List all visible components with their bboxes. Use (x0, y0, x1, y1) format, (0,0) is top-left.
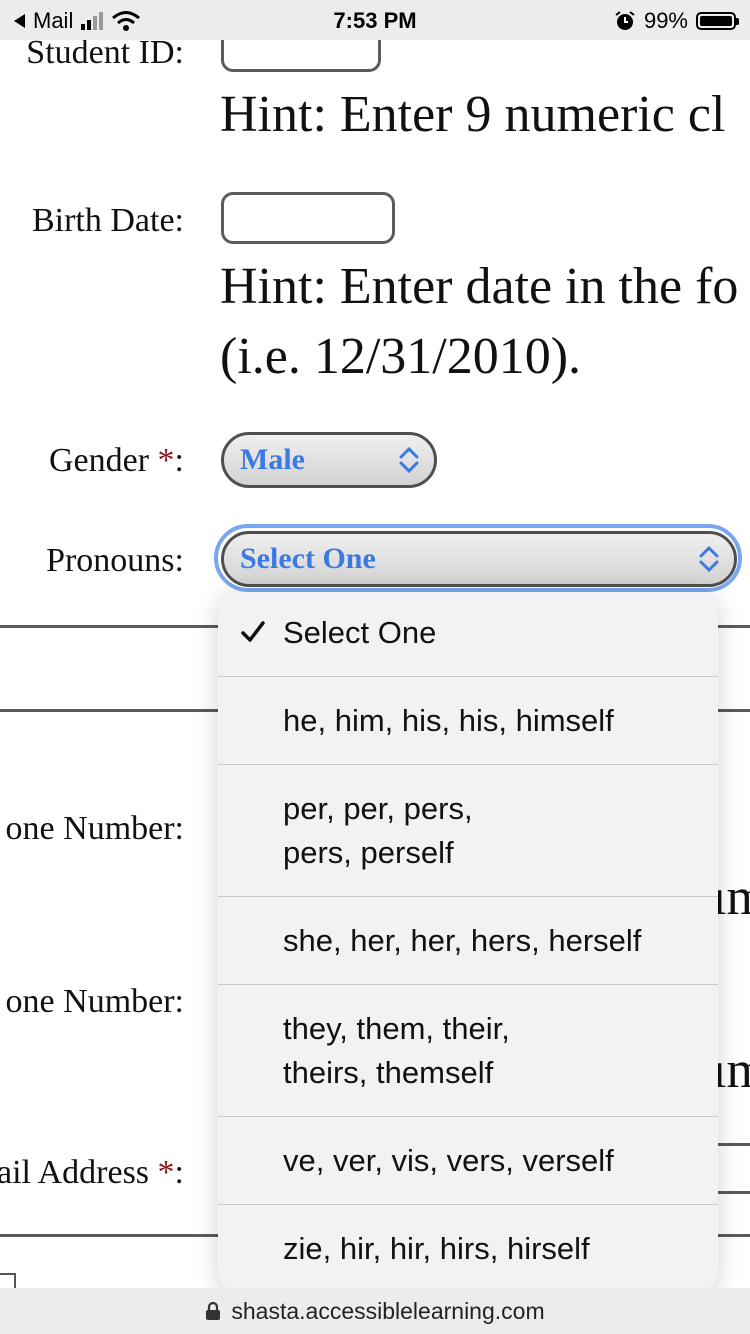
student-id-hint: Hint: Enter 9 numeric cl (220, 86, 726, 143)
birth-date-label: Birth Date: (31, 202, 184, 239)
birth-date-hint-line2: (i.e. 12/31/2010). (220, 328, 582, 385)
dropdown-option-ve[interactable]: ve, ver, vis, vers, verself (218, 1117, 718, 1205)
lock-icon (206, 1301, 221, 1320)
option-label: she, her, her, hers, herself (283, 923, 642, 958)
pronouns-select[interactable]: Select One (221, 531, 737, 587)
option-label: zie, hir, hir, hirs, hirself (283, 1231, 590, 1266)
student-id-label: Student ID: (26, 40, 184, 71)
pronouns-select-value: Select One (240, 542, 376, 575)
checkbox-edge[interactable] (0, 1273, 16, 1288)
select-chevrons-icon (699, 545, 719, 573)
email-address-label: ail Address *: (0, 1154, 184, 1191)
url-text: shasta.accessiblelearning.com (231, 1297, 545, 1324)
option-label: ve, ver, vis, vers, verself (283, 1143, 614, 1178)
dropdown-option-select-one[interactable]: Select One (218, 592, 718, 677)
dropdown-option-per[interactable]: per, per, pers, pers, perself (218, 765, 718, 897)
gender-select[interactable]: Male (221, 432, 437, 488)
gender-select-value: Male (240, 443, 305, 476)
battery-icon (696, 12, 739, 30)
dropdown-option-zie[interactable]: zie, hir, hir, hirs, hirself (218, 1205, 718, 1290)
option-label: he, him, his, his, himself (283, 703, 614, 738)
option-label-line1: they, them, their, (283, 1011, 510, 1046)
dropdown-option-he[interactable]: he, him, his, his, himself (218, 677, 718, 765)
dropdown-option-she[interactable]: she, her, her, hers, herself (218, 897, 718, 985)
option-label-line1: per, per, pers, (283, 791, 473, 826)
checkmark-icon (241, 621, 265, 642)
gender-label: Gender *: (48, 442, 184, 479)
pronouns-label: Pronouns: (46, 542, 184, 579)
select-chevrons-icon (399, 446, 419, 474)
option-label-line2: pers, perself (283, 835, 454, 870)
phone-number-label: one Number: (5, 810, 184, 847)
phone-number-label-2: one Number: (5, 983, 184, 1020)
dropdown-option-they[interactable]: they, them, their, theirs, themself (218, 985, 718, 1117)
alarm-icon (615, 11, 635, 30)
required-asterisk: * (157, 1154, 175, 1191)
url-bar[interactable]: shasta.accessiblelearning.com (0, 1288, 750, 1334)
option-label-line2: theirs, themself (283, 1055, 494, 1090)
battery-percent: 99% (643, 8, 688, 33)
pronouns-dropdown-menu: Select One he, him, his, his, himself pe… (218, 592, 718, 1290)
required-asterisk: * (157, 442, 175, 479)
status-bar: Mail 7:53 PM 99% (0, 0, 750, 40)
option-label: Select One (283, 615, 437, 650)
student-id-input[interactable] (221, 40, 381, 72)
birth-date-hint-line1: Hint: Enter date in the fo (220, 258, 739, 315)
birth-date-input[interactable] (221, 192, 395, 244)
